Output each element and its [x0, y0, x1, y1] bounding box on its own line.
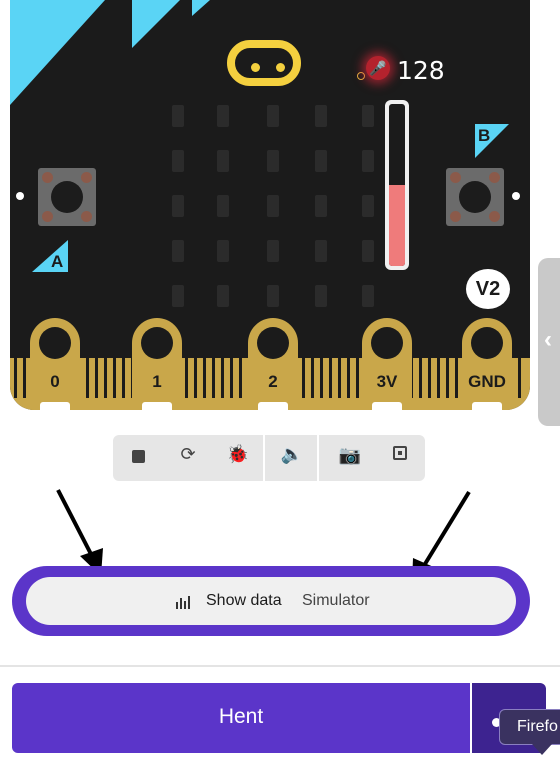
led-r3-c0 — [172, 240, 184, 262]
microbit-logo-button[interactable] — [227, 40, 301, 86]
sound-indicator-dot — [357, 72, 365, 80]
led-r4-c0 — [172, 285, 184, 307]
divider — [0, 665, 560, 667]
speaker-icon[interactable]: 🔈 — [280, 444, 304, 465]
led-r0-c3 — [315, 105, 327, 127]
led-r3-c4 — [362, 240, 374, 262]
led-r2-c3 — [315, 195, 327, 217]
led-r2-c1 — [217, 195, 229, 217]
button-b[interactable] — [446, 168, 504, 226]
pin-1[interactable] — [132, 318, 182, 410]
led-r1-c1 — [217, 150, 229, 172]
led-r0-c4 — [362, 105, 374, 127]
led-r3-c2 — [267, 240, 279, 262]
led-r2-c2 — [267, 195, 279, 217]
debug-icon[interactable]: 🐞 — [226, 444, 250, 465]
show-data-button[interactable]: Show data Simulator — [26, 577, 516, 625]
pin-hole — [471, 327, 503, 359]
led-r0-c2 — [267, 105, 279, 127]
pin-label: 1 — [152, 372, 162, 391]
pin-label: 0 — [50, 372, 60, 391]
button-b-label: B — [478, 126, 491, 145]
button-a-label: A — [51, 252, 64, 271]
version-badge: V2 — [466, 269, 510, 309]
pin-2[interactable] — [248, 318, 298, 410]
led-r1-c2 — [267, 150, 279, 172]
led-r4-c4 — [362, 285, 374, 307]
led-r1-c4 — [362, 150, 374, 172]
pin-0[interactable] — [30, 318, 80, 410]
led-r0-c1 — [217, 105, 229, 127]
button-a-indicator — [16, 192, 24, 200]
led-r1-c0 — [172, 150, 184, 172]
show-data-sublabel: Simulator — [302, 592, 370, 609]
pin-3v[interactable] — [362, 318, 412, 410]
board-corner-decoration — [10, 0, 210, 105]
restart-icon[interactable]: ⟳ — [176, 444, 200, 465]
led-r4-c1 — [217, 285, 229, 307]
led-r2-c0 — [172, 195, 184, 217]
pin-label: 2 — [268, 372, 278, 391]
microphone-icon: 🎤 — [366, 56, 390, 80]
chevron-left-icon: ‹ — [544, 326, 552, 353]
download-button[interactable]: Hent — [12, 683, 470, 753]
sound-level-fill — [389, 185, 405, 266]
button-b-indicator — [512, 192, 520, 200]
led-r3-c1 — [217, 240, 229, 262]
pin-hole — [39, 327, 71, 359]
led-r0-c0 — [172, 105, 184, 127]
microbit-board: 🎤 128 A B V2 0 1 2 3V GND — [10, 0, 530, 410]
sound-level-slider[interactable] — [385, 100, 409, 270]
download-label: Hent — [218, 705, 264, 728]
pin-hole — [257, 327, 289, 359]
collapse-panel-handle[interactable]: ‹ — [538, 258, 560, 426]
browser-tooltip: Firefo — [499, 709, 560, 745]
led-r2-c4 — [362, 195, 374, 217]
pin-label: 3V — [376, 372, 398, 391]
led-r3-c3 — [315, 240, 327, 262]
pin-gnd[interactable] — [462, 318, 512, 410]
button-a[interactable] — [38, 168, 96, 226]
led-r4-c3 — [315, 285, 327, 307]
pin-hole — [141, 327, 173, 359]
tooltip-pointer — [532, 744, 552, 755]
show-data-label: Show data — [206, 592, 282, 609]
fullscreen-icon[interactable] — [388, 444, 412, 465]
chart-bars-icon — [176, 593, 196, 609]
pin-label: GND — [468, 372, 506, 391]
pin-hole — [371, 327, 403, 359]
led-r4-c2 — [267, 285, 279, 307]
screenshot-icon[interactable]: 📷 — [338, 445, 362, 466]
led-r1-c3 — [315, 150, 327, 172]
stop-icon[interactable] — [126, 446, 150, 468]
tooltip-text: Firefo — [517, 718, 558, 735]
sound-level-value: 128 — [397, 56, 445, 85]
